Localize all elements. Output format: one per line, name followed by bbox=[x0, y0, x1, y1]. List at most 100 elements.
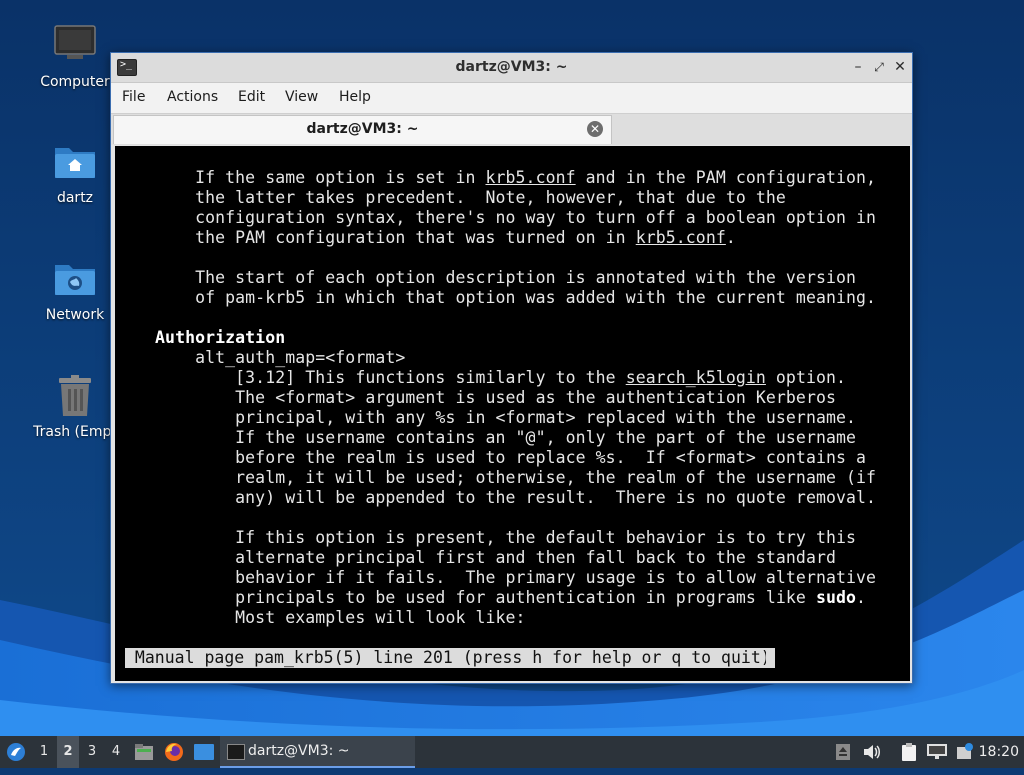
taskbar: 1 2 3 4 dartz@VM3: ~ 18:20 bbox=[0, 736, 1024, 768]
clipboard-icon[interactable] bbox=[899, 736, 919, 768]
terminal-line: of pam-krb5 in which that option was add… bbox=[125, 288, 876, 308]
terminal-line: the PAM configuration that was turned on… bbox=[125, 228, 876, 248]
workspace-4[interactable]: 4 bbox=[106, 736, 126, 768]
terminal-text: alt_auth_map=<format> bbox=[125, 348, 406, 367]
terminal-line: The start of each option description is … bbox=[125, 268, 876, 288]
terminal-text: realm, it will be used; otherwise, the r… bbox=[125, 468, 877, 487]
clock: 18:20 bbox=[978, 744, 1019, 760]
network-tray-icon[interactable] bbox=[926, 736, 948, 768]
terminal-text: configuration syntax, there's no way to … bbox=[125, 208, 877, 227]
pager-status-line: Manual page pam_krb5(5) line 201 (press … bbox=[125, 648, 773, 668]
desktop-icon-trash[interactable]: Trash (Empt bbox=[27, 372, 123, 441]
text-cursor bbox=[766, 648, 775, 668]
terminal-line: the latter takes precedent. Note, howeve… bbox=[125, 188, 876, 208]
man-bold-text: Authorization bbox=[155, 328, 286, 347]
file-manager-icon bbox=[135, 744, 153, 760]
workspace-3[interactable]: 3 bbox=[82, 736, 102, 768]
firefox-icon bbox=[165, 743, 183, 761]
terminal-line: any) will be appended to the result. The… bbox=[125, 488, 876, 508]
terminal-text: The <format> argument is used as the aut… bbox=[125, 388, 836, 407]
man-bold-text: sudo bbox=[815, 588, 857, 607]
terminal-text: If the username contains an "@", only th… bbox=[125, 428, 857, 447]
terminal-text: The start of each option description is … bbox=[125, 268, 857, 287]
taskbar-task-terminal[interactable]: dartz@VM3: ~ bbox=[220, 736, 415, 768]
desktop-icon-label: Computer bbox=[40, 74, 110, 90]
task-label: dartz@VM3: ~ bbox=[248, 743, 350, 759]
man-page-text: If the same option is set in krb5.conf a… bbox=[125, 168, 876, 628]
man-link: krb5.conf bbox=[485, 168, 576, 187]
terminal-line: Authorization bbox=[125, 328, 876, 348]
file-manager-launcher[interactable] bbox=[133, 736, 155, 768]
menu-edit[interactable]: Edit bbox=[238, 89, 265, 105]
terminal-text: option. bbox=[765, 368, 847, 387]
desktop-icon-network[interactable]: Network bbox=[27, 255, 123, 324]
terminal-text: any) will be appended to the result. The… bbox=[125, 488, 877, 507]
terminal-text: If the same option is set in bbox=[125, 168, 486, 187]
terminal-window: >_ dartz@VM3: ~ – ⤢ ✕ File Actions Edit … bbox=[110, 52, 913, 684]
terminal-text: [3.12] This functions similarly to the bbox=[125, 368, 626, 387]
terminal-text: behavior if it fails. The primary usage … bbox=[125, 568, 877, 587]
terminal-line: configuration syntax, there's no way to … bbox=[125, 208, 876, 228]
menu-file[interactable]: File bbox=[122, 89, 145, 105]
window-title: dartz@VM3: ~ bbox=[455, 59, 568, 75]
man-link: krb5.conf bbox=[635, 228, 726, 247]
home-folder-icon bbox=[51, 138, 99, 186]
tab-label: dartz@VM3: ~ bbox=[306, 121, 419, 137]
terminal-text: before the realm is used to replace %s. … bbox=[125, 448, 867, 467]
workspace-1[interactable]: 1 bbox=[34, 736, 54, 768]
terminal-line: If the same option is set in krb5.conf a… bbox=[125, 168, 876, 188]
terminal-line: alternate principal first and then fall … bbox=[125, 548, 876, 568]
computer-icon bbox=[51, 22, 99, 70]
volume-icon[interactable] bbox=[862, 736, 882, 768]
trash-icon bbox=[51, 372, 99, 420]
desktop-icon-home-folder[interactable]: dartz bbox=[27, 138, 123, 207]
tab-terminal[interactable]: dartz@VM3: ~ ✕ bbox=[113, 115, 612, 144]
terminal-line: If the username contains an "@", only th… bbox=[125, 428, 876, 448]
terminal-text: and in the PAM configuration, bbox=[575, 168, 877, 187]
terminal-line: realm, it will be used; otherwise, the r… bbox=[125, 468, 876, 488]
menu-view[interactable]: View bbox=[285, 89, 318, 105]
terminal-text: If this option is present, the default b… bbox=[125, 528, 857, 547]
tab-close-icon[interactable]: ✕ bbox=[587, 121, 603, 137]
minimize-button[interactable]: – bbox=[850, 58, 866, 76]
terminal-line: The <format> argument is used as the aut… bbox=[125, 388, 876, 408]
menu-bar: File Actions Edit View Help bbox=[111, 83, 912, 113]
man-link: search_k5login bbox=[625, 368, 766, 387]
menu-help[interactable]: Help bbox=[339, 89, 371, 105]
terminal-text: principal, with any %s in <format> repla… bbox=[125, 408, 857, 427]
desktop-icon-label: dartz bbox=[56, 190, 94, 206]
workspace-2[interactable]: 2 bbox=[57, 736, 79, 768]
close-button[interactable]: ✕ bbox=[892, 58, 908, 76]
terminal-line: If this option is present, the default b… bbox=[125, 528, 876, 548]
terminal-line: [3.12] This functions similarly to the s… bbox=[125, 368, 876, 388]
terminal-line: behavior if it fails. The primary usage … bbox=[125, 568, 876, 588]
maximize-button[interactable]: ⤢ bbox=[871, 58, 887, 76]
firefox-launcher[interactable] bbox=[163, 736, 185, 768]
terminal-text: . bbox=[725, 228, 736, 247]
terminal-text: the latter takes precedent. Note, howeve… bbox=[125, 188, 786, 207]
terminal-line: alt_auth_map=<format> bbox=[125, 348, 876, 368]
show-desktop-button[interactable] bbox=[193, 736, 215, 768]
terminal-text: Most examples will look like: bbox=[125, 608, 526, 627]
terminal-line: before the realm is used to replace %s. … bbox=[125, 448, 876, 468]
distro-logo-icon bbox=[7, 743, 25, 761]
update-notifier-icon[interactable] bbox=[954, 736, 974, 768]
tray-eject-icon[interactable] bbox=[835, 736, 851, 768]
desktop-icon-label: Trash (Empt bbox=[33, 424, 117, 440]
start-menu-button[interactable] bbox=[4, 736, 28, 768]
terminal-output[interactable]: If the same option is set in krb5.conf a… bbox=[115, 146, 910, 681]
terminal-line: principals to be used for authentication… bbox=[125, 588, 876, 608]
desktop-icon-label: Network bbox=[45, 307, 105, 323]
tab-bar: dartz@VM3: ~ ✕ bbox=[111, 113, 912, 145]
window-titlebar[interactable]: >_ dartz@VM3: ~ – ⤢ ✕ bbox=[111, 53, 912, 83]
terminal-text: of pam-krb5 in which that option was add… bbox=[125, 288, 877, 307]
terminal-text: alternate principal first and then fall … bbox=[125, 548, 836, 567]
desktop-icon-computer[interactable]: Computer bbox=[27, 22, 123, 91]
terminal-line: Most examples will look like: bbox=[125, 608, 876, 628]
terminal-text: principals to be used for authentication… bbox=[125, 588, 816, 607]
terminal-text: the PAM configuration that was turned on… bbox=[125, 228, 636, 247]
menu-actions[interactable]: Actions bbox=[167, 89, 218, 105]
